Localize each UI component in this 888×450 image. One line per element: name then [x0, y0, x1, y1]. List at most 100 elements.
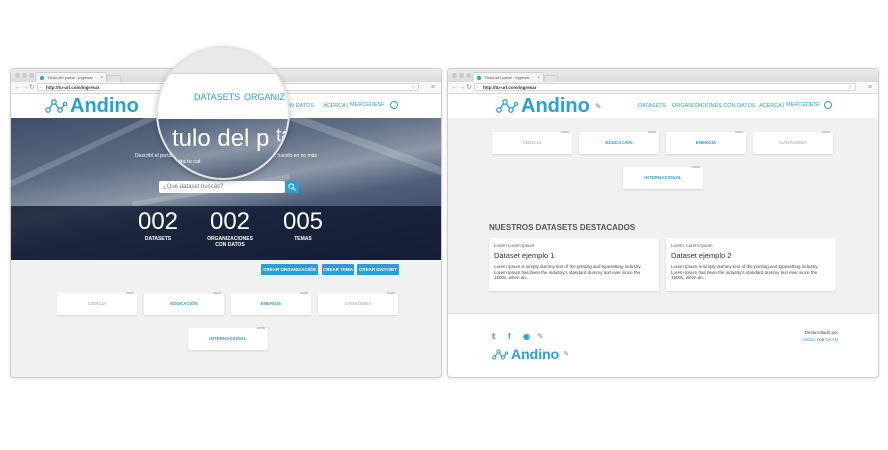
create-dataset-button[interactable]: CREAR DATASET — [357, 264, 399, 275]
topic-card-energia[interactable]: ENERGÍA — [231, 292, 311, 315]
site-header: Andino ✎ DATASETS ORGANIZACIONES CON DAT… — [448, 94, 878, 118]
tab-title: Título del portal - Ingresar — [484, 75, 530, 80]
maximize-window-icon[interactable] — [29, 73, 34, 78]
site-logo[interactable]: Andino — [45, 96, 139, 116]
browser-menu-icon[interactable]: ≡ — [868, 83, 872, 92]
tab-close-icon[interactable]: × — [100, 73, 103, 82]
edit-pencil-icon[interactable]: ✎ — [595, 102, 602, 111]
back-icon[interactable]: ← — [14, 83, 21, 92]
pencil-icon[interactable]: ✎ — [537, 332, 544, 341]
close-window-icon[interactable] — [15, 73, 20, 78]
bookmark-star-icon[interactable]: ☆ — [411, 84, 416, 92]
edit-pencil-icon[interactable]: ✎ — [563, 350, 569, 358]
topic-card-educacion[interactable]: EDUCACIÓN — [144, 292, 224, 315]
featured-section-title: NUESTROS DATASETS DESTACADOS — [489, 223, 636, 232]
hero-title-part: tulo del p — [172, 125, 270, 152]
topic-card-internacional[interactable]: INTERNACIONAL — [188, 327, 268, 350]
page-info-icon: ▫ — [40, 85, 42, 91]
stat-value: 005 — [282, 208, 324, 235]
back-icon[interactable]: ← — [451, 83, 458, 92]
twitter-icon[interactable]: 𝕥 — [492, 332, 496, 341]
forward-icon[interactable]: → — [22, 83, 29, 92]
search-icon — [288, 183, 296, 191]
developed-by-label: Desarrollado por — [804, 330, 838, 335]
close-window-icon[interactable] — [452, 73, 457, 78]
facebook-icon[interactable]: f — [508, 332, 511, 341]
browser-tab[interactable]: Título del portal - Ingresar × — [35, 72, 107, 82]
favicon-icon — [40, 76, 44, 80]
hero-title-tail: tal — [276, 125, 288, 145]
site-logo[interactable]: Andino ✎ — [496, 96, 602, 116]
magnified-hero: tulo del p tal e trata tu cat — [158, 119, 288, 178]
topic-card-ganaderia[interactable]: GANADERÍA — [753, 131, 833, 154]
dataset-title[interactable]: Dataset ejemplo 2 — [671, 251, 731, 260]
topic-label: CIENCIA — [522, 140, 542, 145]
topic-label: INTERNACIONAL — [644, 175, 682, 180]
topic-label: ENERGÍA — [695, 140, 717, 145]
andino-link[interactable]: Andino — [802, 337, 816, 342]
favicon-icon — [477, 76, 481, 80]
avatar[interactable] — [390, 101, 398, 109]
dataset-title[interactable]: Dataset ejemplo 1 — [494, 251, 554, 260]
dataset-description: Lorem Ipsum is simply dummy text of the … — [494, 264, 642, 280]
topic-card-energia[interactable]: ENERGÍA — [666, 131, 746, 154]
footer-logo[interactable]: Andino ✎ — [492, 346, 569, 362]
topic-card-ciencia[interactable]: CIENCIA — [57, 292, 137, 315]
topic-label: EDUCACIÓN — [170, 301, 198, 306]
magnified-description: e trata tu cat — [170, 159, 201, 165]
minimize-window-icon[interactable] — [459, 73, 464, 78]
minimize-window-icon[interactable] — [22, 73, 27, 78]
nav-datasets-link[interactable]: DATASETS — [194, 92, 240, 102]
nav-datasets-link[interactable]: DATASETS — [638, 103, 666, 109]
stat-datasets[interactable]: 002 DATASETS — [123, 208, 193, 243]
footer-logo-text: Andino — [511, 346, 560, 362]
dataset-card[interactable]: Lorem, Lorem Ipsum Dataset ejemplo 2 Lor… — [666, 238, 836, 291]
stat-label-line2: CON DATOS — [215, 242, 245, 248]
nav-acerca-link[interactable]: ACERCA — [759, 103, 782, 109]
dataset-search-input[interactable]: ¿Qué dataset buscás? — [159, 181, 285, 193]
stat-label: TEMAS — [294, 236, 312, 242]
ckan-link[interactable]: CKAN — [825, 337, 838, 342]
browser-tabbar: Título del portal - Ingresar × — [448, 69, 878, 83]
url-input[interactable]: ▫ http://tu-url.com/ingresar ☆ — [474, 83, 856, 91]
magnified-browser-chrome — [158, 48, 288, 74]
stat-value: 002 — [137, 208, 179, 235]
topic-label: EDUCACIÓN — [605, 140, 633, 145]
github-icon[interactable]: ◉ — [523, 332, 530, 341]
bookmark-star-icon[interactable]: ☆ — [848, 84, 853, 92]
nav-acerca-link[interactable]: ACERCA — [323, 103, 346, 109]
magnifier-lens: DATASETS ORGANIZ tulo del p tal e trata … — [156, 46, 290, 180]
create-organization-button[interactable]: CREAR ORGANIZACIÓN — [261, 264, 318, 275]
reload-icon[interactable]: ↻ — [466, 83, 472, 92]
avatar[interactable] — [824, 101, 832, 109]
dataset-card[interactable]: Lorem Lorem Ipsum Dataset ejemplo 1 Lore… — [489, 238, 659, 291]
dataset-description: Lorem Ipsum is simply dummy text of the … — [671, 264, 819, 280]
browser-window-logged-in: Título del portal - Ingresar × ← → ↻ ▫ h… — [447, 68, 879, 378]
forward-icon[interactable]: → — [459, 83, 466, 92]
topic-label: GANADERÍA — [779, 140, 807, 145]
user-menu[interactable]: MERCEDESF — [783, 102, 821, 108]
stat-organizaciones[interactable]: 002 ORGANIZACIONES CON DATOS — [195, 208, 265, 249]
dataset-org: Lorem, Lorem Ipsum — [671, 243, 713, 248]
andino-logo-icon — [45, 99, 67, 113]
topic-label: INTERNACIONAL — [209, 336, 247, 341]
nav-organizaciones-link-magnified[interactable]: ORGANIZ — [244, 92, 285, 102]
browser-menu-icon[interactable]: ≡ — [431, 83, 435, 92]
stat-value: 002 — [209, 208, 251, 235]
maximize-window-icon[interactable] — [466, 73, 471, 78]
topic-card-ciencia[interactable]: CIENCIA — [492, 131, 572, 154]
developed-by-credit: Desarrollado por Andino con CKAN — [802, 329, 838, 343]
tab-close-icon[interactable]: × — [537, 73, 540, 82]
hero-title: tulo del p tal — [172, 125, 288, 153]
user-menu[interactable]: MERCEDESF — [347, 102, 385, 108]
nav-organizaciones-link[interactable]: ORGANIZACIONES CON DATOS — [672, 103, 756, 109]
search-button[interactable] — [285, 181, 299, 193]
site-footer: 𝕥 f ◉ ✎ Andino ✎ Desarrollado por Andino… — [448, 313, 878, 377]
create-topic-button[interactable]: CREAR TEMA — [322, 264, 354, 275]
reload-icon[interactable]: ↻ — [29, 83, 35, 92]
browser-tab[interactable]: Título del portal - Ingresar × — [472, 72, 544, 82]
stat-temas[interactable]: 005 TEMAS — [268, 208, 338, 243]
topic-card-ganaderia[interactable]: GANADERÍA — [318, 292, 398, 315]
topic-card-educacion[interactable]: EDUCACIÓN — [579, 131, 659, 154]
topic-card-internacional[interactable]: INTERNACIONAL — [623, 166, 703, 189]
